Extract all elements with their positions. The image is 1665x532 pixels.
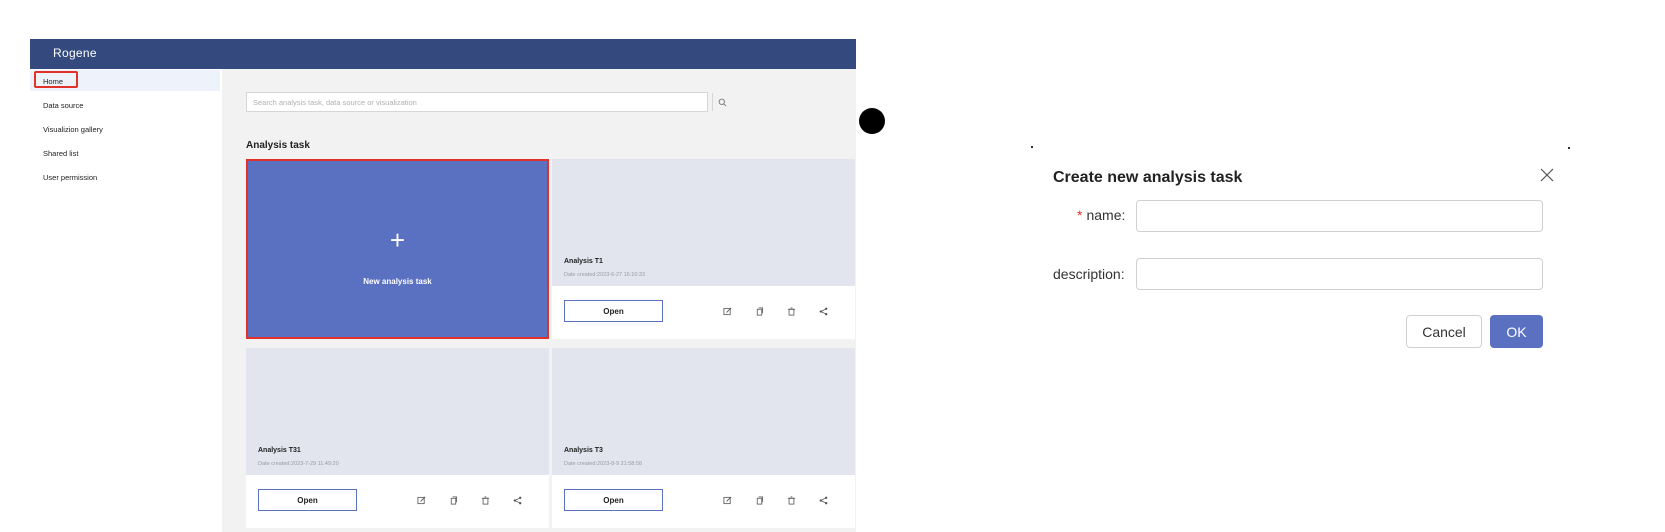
plus-icon: + <box>389 225 406 255</box>
share-icon <box>513 496 521 504</box>
new-analysis-task-label: New analysis task <box>363 277 432 286</box>
sidebar: Home Data source Visualizion gallery Sha… <box>30 69 222 532</box>
edit-button[interactable] <box>414 493 428 507</box>
section-title: Analysis task <box>246 140 310 151</box>
main-content: Search analysis task, data source or vis… <box>222 69 856 532</box>
description-field[interactable] <box>1136 258 1543 290</box>
card-date: Date created:2023-6-27 16:10:33 <box>564 272 646 278</box>
open-button[interactable]: Open <box>564 489 663 511</box>
app-window: Rogene Home Data source Visualizion gall… <box>30 39 856 532</box>
trash-icon <box>481 495 489 505</box>
close-icon <box>1540 168 1554 182</box>
open-button[interactable]: Open <box>564 300 663 322</box>
edit-icon <box>722 307 731 315</box>
edit-button[interactable] <box>720 304 734 318</box>
analysis-card: Analysis T1 Date created:2023-6-27 16:10… <box>552 159 855 339</box>
share-button[interactable] <box>816 493 830 507</box>
name-label: * name: <box>1077 207 1125 223</box>
cancel-button[interactable]: Cancel <box>1406 315 1482 348</box>
delete-button[interactable] <box>784 493 798 507</box>
card-date: Date created:2023-7-29 11:49:20 <box>258 461 339 467</box>
create-task-dialog: Create new analysis task * name: descript… <box>1030 145 1570 365</box>
name-label-text: name: <box>1086 207 1126 223</box>
close-button[interactable] <box>1539 167 1557 185</box>
copy-icon <box>756 306 763 316</box>
copy-button[interactable] <box>752 493 766 507</box>
trash-icon <box>787 306 795 316</box>
copy-button[interactable] <box>752 304 766 318</box>
new-analysis-task-card[interactable]: + New analysis task <box>246 159 549 339</box>
analysis-card: Analysis T31 Date created:2023-7-29 11:4… <box>246 348 549 528</box>
dialog-title: Create new analysis task <box>1053 169 1243 186</box>
edit-button[interactable] <box>720 493 734 507</box>
sidebar-item-data-source[interactable]: Data source <box>43 101 83 110</box>
delete-button[interactable] <box>478 493 492 507</box>
sidebar-item-user-permission[interactable]: User permission <box>43 173 97 182</box>
sidebar-item-visualization-gallery[interactable]: Visualizion gallery <box>43 125 103 134</box>
card-name: Analysis T1 <box>564 258 603 265</box>
search-placeholder: Search analysis task, data source or vis… <box>253 98 417 107</box>
sidebar-item-shared-list[interactable]: Shared list <box>43 149 78 158</box>
analysis-card: Analysis T3 Date created:2023-8-9 21:58:… <box>552 348 855 528</box>
copy-icon <box>756 495 763 505</box>
dialog-corner-mark <box>1031 146 1033 148</box>
dialog-corner-mark <box>1568 147 1570 149</box>
card-name: Analysis T3 <box>564 447 603 454</box>
app-logo: Rogene <box>53 46 97 60</box>
open-button[interactable]: Open <box>258 489 357 511</box>
name-field[interactable] <box>1136 200 1543 232</box>
copy-button[interactable] <box>446 493 460 507</box>
edit-icon <box>722 496 731 504</box>
description-label: description: <box>1053 266 1125 282</box>
sidebar-item-home[interactable]: Home <box>43 77 63 86</box>
ok-button[interactable]: OK <box>1490 315 1543 348</box>
share-icon <box>819 307 827 315</box>
card-name: Analysis T31 <box>258 447 301 454</box>
required-mark: * <box>1077 207 1083 223</box>
share-button[interactable] <box>816 304 830 318</box>
card-thumbnail <box>246 348 549 475</box>
search-button[interactable] <box>712 93 731 111</box>
share-button[interactable] <box>510 493 524 507</box>
share-icon <box>819 496 827 504</box>
delete-button[interactable] <box>784 304 798 318</box>
top-bar: Rogene <box>30 39 856 69</box>
card-thumbnail <box>552 348 855 475</box>
trash-icon <box>787 495 795 505</box>
card-thumbnail <box>552 159 855 286</box>
search-input[interactable]: Search analysis task, data source or vis… <box>246 92 726 112</box>
card-date: Date created:2023-8-9 21:58:58 <box>564 461 642 467</box>
pointer-dot <box>859 108 885 134</box>
copy-icon <box>450 495 457 505</box>
edit-icon <box>416 496 425 504</box>
search-icon <box>718 98 726 106</box>
